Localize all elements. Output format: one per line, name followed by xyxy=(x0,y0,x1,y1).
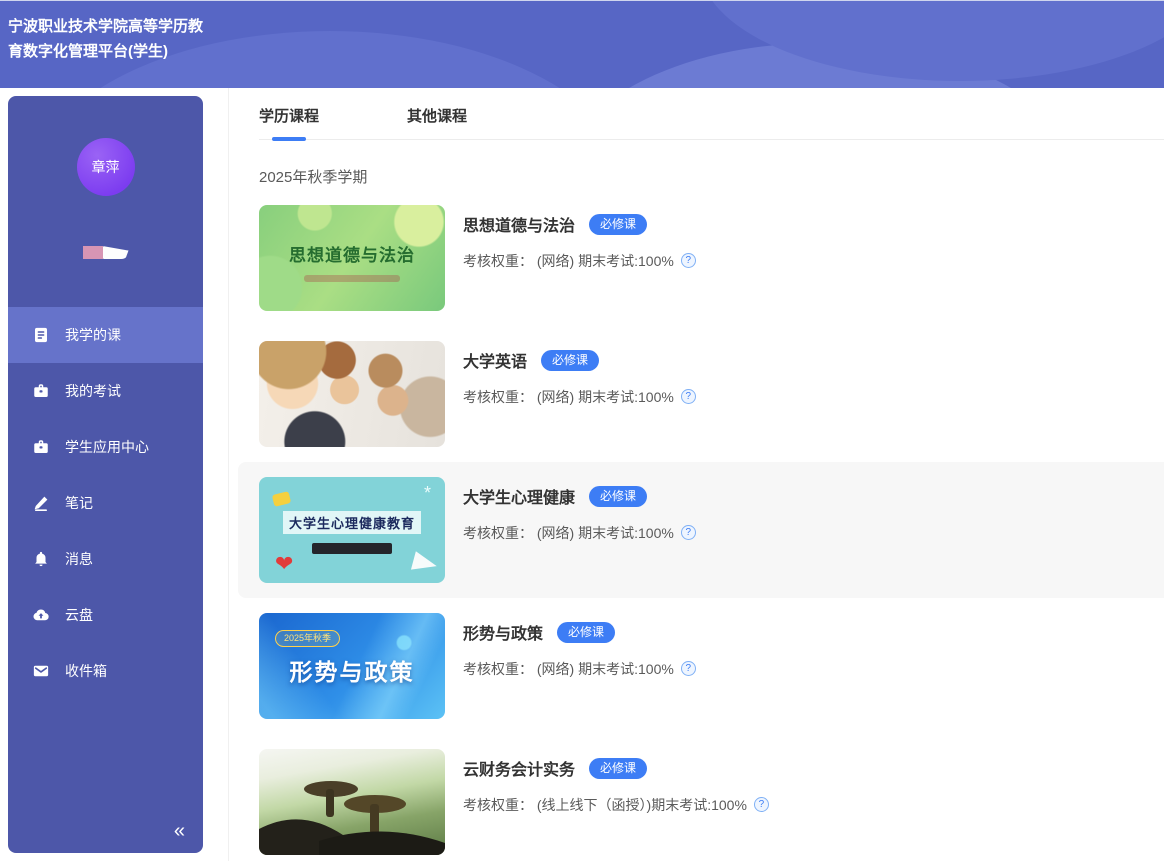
required-course-badge: 必修课 xyxy=(589,486,647,507)
assessment-weight-text: 考核权重： (网络) 期末考试:100% xyxy=(463,253,674,269)
assessment-weight-text: 考核权重： (网络) 期末考试:100% xyxy=(463,525,674,541)
course-info: 形势与政策必修课考核权重： (网络) 期末考试:100%? xyxy=(463,613,696,679)
thumb-title: 大学生心理健康教育 xyxy=(283,511,421,534)
app-title: 宁波职业技术学院高等学历教育数字化管理平台(学生) xyxy=(8,14,216,64)
thumb-subtitle-blur xyxy=(304,275,400,282)
course-detail: 考核权重： (网络) 期末考试:100%? xyxy=(463,251,696,271)
course-thumbnail[interactable]: 思想道德与法治 xyxy=(259,205,445,311)
course-info: 大学英语必修课考核权重： (网络) 期末考试:100%? xyxy=(463,341,696,407)
course-info: 云财务会计实务必修课考核权重： (线上线下（函授）)期末考试:100%? xyxy=(463,749,769,815)
tab-degree-courses[interactable]: 学历课程 xyxy=(259,105,319,139)
sidebar-collapse-icon[interactable]: « xyxy=(174,821,203,853)
course-row[interactable]: 2025年秋季形势与政策形势与政策必修课考核权重： (网络) 期末考试:100%… xyxy=(259,598,1164,734)
sidebar-item-label: 消息 xyxy=(65,549,93,569)
sidebar: 章萍 我学的课我的考试学生应用中心笔记消息云盘收件箱 « xyxy=(8,96,203,853)
required-course-badge: 必修课 xyxy=(541,350,599,371)
sidebar-item-messages[interactable]: 消息 xyxy=(8,531,203,587)
thumb-season-badge: 2025年秋季 xyxy=(275,630,340,647)
assessment-weight-text: 考核权重： (网络) 期末考试:100% xyxy=(463,389,674,405)
sidebar-item-label: 收件箱 xyxy=(65,661,107,681)
course-thumbnail[interactable] xyxy=(259,749,445,855)
required-course-badge: 必修课 xyxy=(557,622,615,643)
sidebar-item-inbox[interactable]: 收件箱 xyxy=(8,643,203,699)
page: 宁波职业技术学院高等学历教育数字化管理平台(学生) 章萍 我学的课我的考试学生应… xyxy=(0,0,1164,861)
sidebar-item-student-app-center[interactable]: 学生应用中心 xyxy=(8,419,203,475)
course-detail: 考核权重： (网络) 期末考试:100%? xyxy=(463,387,696,407)
course-title-row: 思想道德与法治必修课 xyxy=(463,212,696,236)
required-course-badge: 必修课 xyxy=(589,214,647,235)
course-list: 思想道德与法治思想道德与法治必修课考核权重： (网络) 期末考试:100%?大学… xyxy=(259,190,1164,861)
course-thumbnail[interactable]: 大学生心理健康教育 ❤ xyxy=(259,477,445,583)
course-title[interactable]: 形势与政策 xyxy=(463,620,543,644)
help-icon[interactable]: ? xyxy=(681,253,696,268)
course-thumbnail[interactable] xyxy=(259,341,445,447)
sidebar-menu: 我学的课我的考试学生应用中心笔记消息云盘收件箱 xyxy=(8,307,203,699)
pen-icon xyxy=(32,494,50,512)
course-detail: 考核权重： (线上线下（函授）)期末考试:100%? xyxy=(463,795,769,815)
avatar[interactable]: 章萍 xyxy=(77,138,135,196)
course-row[interactable]: 云财务会计实务必修课考核权重： (线上线下（函授）)期末考试:100%? xyxy=(259,734,1164,861)
semester-label: 2025年秋季学期 xyxy=(259,166,1164,187)
mushrooms-photo xyxy=(259,749,445,855)
sidebar-item-my-courses[interactable]: 我学的课 xyxy=(8,307,203,363)
sidebar-item-label: 我学的课 xyxy=(65,325,121,345)
sidebar-item-label: 我的考试 xyxy=(65,381,121,401)
course-row[interactable]: 思想道德与法治思想道德与法治必修课考核权重： (网络) 期末考试:100%? xyxy=(259,190,1164,326)
help-icon[interactable]: ? xyxy=(681,389,696,404)
course-title-row: 形势与政策必修课 xyxy=(463,620,696,644)
bell-icon xyxy=(32,550,50,568)
course-row[interactable]: 大学英语必修课考核权重： (网络) 期末考试:100%? xyxy=(259,326,1164,462)
app-header: 宁波职业技术学院高等学历教育数字化管理平台(学生) xyxy=(0,0,1164,88)
user-name-redacted xyxy=(81,240,131,262)
sidebar-item-label: 学生应用中心 xyxy=(65,437,149,457)
main-content: 学历课程其他课程 2025年秋季学期 思想道德与法治思想道德与法治必修课考核权重… xyxy=(228,88,1164,861)
paper-plane-icon xyxy=(411,551,439,576)
required-course-badge: 必修课 xyxy=(589,758,647,779)
assessment-weight-text: 考核权重： (网络) 期末考试:100% xyxy=(463,661,674,677)
sidebar-item-cloud-drive[interactable]: 云盘 xyxy=(8,587,203,643)
sidebar-item-my-exams[interactable]: 我的考试 xyxy=(8,363,203,419)
envelope-icon xyxy=(32,662,50,680)
heart-icon: ❤ xyxy=(275,551,293,577)
sidebar-item-label: 笔记 xyxy=(65,493,93,513)
briefcase-icon xyxy=(32,438,50,456)
assessment-weight-text: 考核权重： (线上线下（函授）)期末考试:100% xyxy=(463,797,747,813)
tab-bar: 学历课程 其他课程 xyxy=(259,88,1164,140)
thumb-subtitle-blur xyxy=(312,543,392,554)
course-info: 大学生心理健康必修课考核权重： (网络) 期末考试:100%? xyxy=(463,477,696,543)
cloud-upload-icon xyxy=(32,606,50,624)
help-icon[interactable]: ? xyxy=(681,525,696,540)
book-icon xyxy=(32,326,50,344)
course-title-row: 云财务会计实务必修课 xyxy=(463,756,769,780)
course-info: 思想道德与法治必修课考核权重： (网络) 期末考试:100%? xyxy=(463,205,696,271)
tab-other-courses[interactable]: 其他课程 xyxy=(407,105,467,139)
thumb-title: 思想道德与法治 xyxy=(259,241,445,266)
course-title[interactable]: 大学生心理健康 xyxy=(463,484,575,508)
sidebar-item-notes[interactable]: 笔记 xyxy=(8,475,203,531)
course-title-row: 大学英语必修课 xyxy=(463,348,696,372)
help-icon[interactable]: ? xyxy=(681,661,696,676)
course-title[interactable]: 大学英语 xyxy=(463,348,527,372)
course-detail: 考核权重： (网络) 期末考试:100%? xyxy=(463,523,696,543)
thumb-title-band: 大学生心理健康教育 xyxy=(267,511,437,534)
course-title[interactable]: 思想道德与法治 xyxy=(463,212,575,236)
course-title-row: 大学生心理健康必修课 xyxy=(463,484,696,508)
course-detail: 考核权重： (网络) 期末考试:100%? xyxy=(463,659,696,679)
sidebar-item-label: 云盘 xyxy=(65,605,93,625)
briefcase-icon xyxy=(32,382,50,400)
course-title[interactable]: 云财务会计实务 xyxy=(463,756,575,780)
help-icon[interactable]: ? xyxy=(754,797,769,812)
thumb-title: 形势与政策 xyxy=(259,653,445,687)
course-thumbnail[interactable]: 2025年秋季形势与政策 xyxy=(259,613,445,719)
course-row[interactable]: 大学生心理健康教育 ❤ 大学生心理健康必修课考核权重： (网络) 期末考试:100%… xyxy=(238,462,1164,598)
